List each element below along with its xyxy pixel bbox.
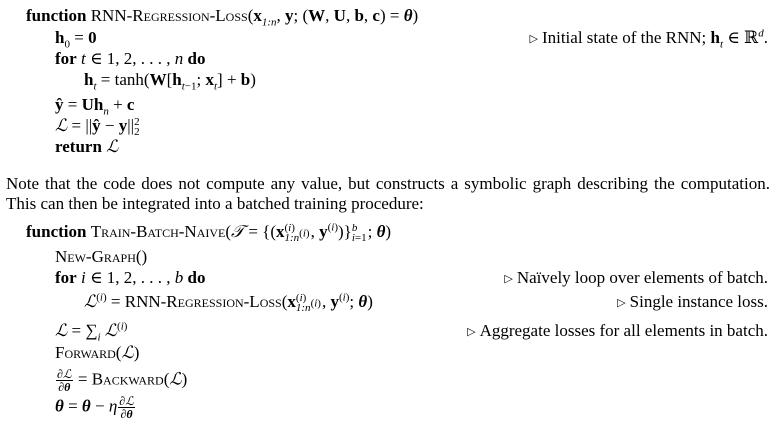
algo1-signature: (x1:n, y; (W, U, b, c) = θ) bbox=[247, 6, 419, 29]
algo2-signature: (𝒯 = {(x (i) 1:n(i), y(i))} b i=1; θ) bbox=[225, 221, 392, 245]
comment-triangle-icon: ▷ bbox=[529, 33, 538, 45]
algo2-header: function Train-Batch-Naive(𝒯 = {(x (i) 1:n… bbox=[26, 221, 392, 245]
algo1-line-return: return ℒ bbox=[55, 137, 119, 157]
algo2-line-newgraph: New-Graph() bbox=[55, 247, 148, 266]
algo1-line-h0: h0 = 0 bbox=[55, 28, 97, 51]
algo1-function-name: RNN-Regression-Loss bbox=[90, 6, 248, 25]
algo2-line-update: θ = θ − η ∂ℒ ∂θ bbox=[55, 394, 135, 421]
algo1-function-keyword: function bbox=[26, 6, 87, 25]
comment-triangle-icon: ▷ bbox=[504, 273, 513, 285]
algo2-function-name: Train-Batch-Naive bbox=[90, 222, 226, 241]
algo2-function-keyword: function bbox=[26, 222, 87, 241]
algo1-comment-init: ▷ Initial state of the RNN; ht ∈ ℝd. bbox=[529, 27, 768, 51]
algo1-header: function RNN-Regression-Loss(x1:n, y; (W… bbox=[26, 6, 419, 29]
algo2-line-single-loss: ℒ(i) = RNN-Regression-Loss(x (i) 1:n(i), y… bbox=[84, 291, 373, 315]
paper-page: function RNN-Regression-Loss(x1:n, y; (W… bbox=[0, 0, 776, 431]
algo2-line-forward: Forward(ℒ) bbox=[55, 343, 140, 363]
algo2-comment-loop: ▷ Naïvely loop over elements of batch. bbox=[504, 268, 768, 287]
algo1-line-yhat: ŷ = Uhn + c bbox=[55, 95, 135, 118]
algo1-line-loss: ℒ = ||ŷ − y|| 2 2 bbox=[55, 116, 140, 139]
algo2-line-aggregate: ℒ = ∑i ℒ(i) bbox=[55, 320, 128, 344]
algo2-comment-single: ▷ Single instance loss. bbox=[617, 292, 768, 311]
algo1-line-for: for t ∈ 1, 2, . . . , n do bbox=[55, 49, 206, 68]
comment-triangle-icon: ▷ bbox=[467, 326, 476, 338]
algo2-line-for: for i ∈ 1, 2, . . . , b do bbox=[55, 268, 206, 287]
algo2-comment-aggregate: ▷ Aggregate losses for all elements in ba… bbox=[467, 321, 768, 340]
comment-triangle-icon: ▷ bbox=[617, 297, 626, 309]
algo1-line-ht: ht = tanh(W[ht−1; xt] + b) bbox=[84, 70, 256, 93]
algo2-line-backward: ∂ℒ ∂θ = Backward(ℒ) bbox=[56, 367, 188, 394]
body-paragraph: Note that the code does not compute any … bbox=[6, 174, 770, 213]
